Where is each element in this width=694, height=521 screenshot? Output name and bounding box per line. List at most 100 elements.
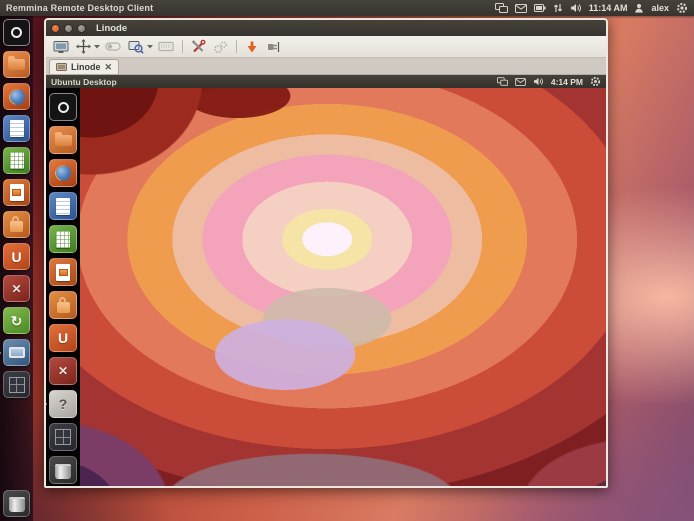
question-mark-icon: ?	[59, 397, 68, 411]
focused-indicator	[46, 400, 47, 408]
launcher-item-home-folder[interactable]	[3, 51, 30, 78]
folder-icon	[8, 59, 25, 70]
remote-launcher-item-ubuntu-one[interactable]: U	[49, 324, 77, 352]
launcher-item-software-center[interactable]	[3, 211, 30, 238]
launcher-item-libreoffice-writer[interactable]	[3, 115, 30, 142]
remote-launcher-item-home-folder[interactable]	[49, 126, 77, 154]
ubuntu-one-icon: U	[58, 331, 68, 345]
remote-launcher-item-libreoffice-calc[interactable]	[49, 225, 77, 253]
unity-launcher: U ✕ ↻	[0, 16, 33, 521]
remmina-monitor-icon	[9, 347, 25, 358]
shopping-bag-icon	[57, 302, 70, 313]
gears-button[interactable]	[211, 39, 230, 55]
tools-cross-icon: ✕	[11, 283, 21, 295]
remote-indicator-area: 4:14 PM	[497, 76, 601, 87]
active-app-title: Remmina Remote Desktop Client	[6, 3, 153, 13]
session-gear-icon[interactable]	[676, 2, 688, 14]
remote-unity-launcher: U ✕ ?	[46, 88, 80, 486]
toolbar-separator	[182, 40, 183, 53]
launcher-item-ubuntu-one[interactable]: U	[3, 243, 30, 270]
remote-launcher-item-trash[interactable]	[49, 456, 77, 484]
grab-keyboard-button[interactable]	[156, 40, 176, 53]
remote-top-panel: Ubuntu Desktop 4:14 PM	[46, 75, 606, 88]
launcher-item-remmina[interactable]	[3, 339, 30, 366]
tab-close-icon[interactable]: ✕	[105, 62, 113, 73]
workspace-grid-icon	[9, 377, 25, 393]
remote-panel-title: Ubuntu Desktop	[51, 77, 117, 87]
session-gear-icon[interactable]	[590, 76, 601, 87]
writer-document-icon	[10, 120, 24, 137]
running-indicator	[0, 349, 1, 357]
writer-document-icon	[56, 198, 70, 215]
impress-presentation-icon	[10, 184, 24, 201]
launcher-item-libreoffice-calc[interactable]	[3, 147, 30, 174]
down-arrow-button[interactable]	[243, 39, 261, 55]
remote-desktop-indicator-icon[interactable]	[495, 3, 508, 13]
host-indicator-area: 11:14 AM alex	[495, 2, 688, 14]
tab-monitor-icon	[56, 63, 67, 72]
username[interactable]: alex	[651, 3, 669, 13]
remote-launcher-item-software-center[interactable]	[49, 291, 77, 319]
calc-spreadsheet-icon	[10, 152, 24, 169]
impress-presentation-icon	[56, 264, 70, 281]
launcher-item-workspace-switcher[interactable]	[3, 371, 30, 398]
toolbar-separator	[236, 40, 237, 53]
remote-launcher-item-system-settings[interactable]: ✕	[49, 357, 77, 385]
minimize-button[interactable]	[64, 24, 73, 33]
trash-can-icon	[9, 497, 25, 512]
host-top-panel: Remmina Remote Desktop Client 11:14 AM a…	[0, 0, 694, 16]
launcher-item-libreoffice-impress[interactable]	[3, 179, 30, 206]
remmina-window: Linode	[44, 18, 608, 488]
remote-launcher-item-libreoffice-impress[interactable]	[49, 258, 77, 286]
ubuntu-logo-icon	[11, 27, 22, 38]
volume-indicator-icon[interactable]	[533, 77, 544, 86]
trash-can-icon	[55, 464, 71, 479]
fit-window-button[interactable]	[74, 38, 93, 55]
firefox-icon	[9, 89, 25, 105]
remote-launcher-item-workspace-switcher[interactable]	[49, 423, 77, 451]
host-clock[interactable]: 11:14 AM	[589, 3, 628, 13]
user-icon	[634, 3, 644, 13]
remote-launcher-item-help[interactable]: ?	[49, 390, 77, 418]
ubuntu-one-icon: U	[11, 250, 21, 264]
launcher-item-update-manager[interactable]: ↻	[3, 307, 30, 334]
launcher-item-system-settings[interactable]: ✕	[3, 275, 30, 302]
messaging-menu-icon[interactable]	[515, 4, 527, 13]
tab-linode[interactable]: Linode ✕	[49, 59, 119, 74]
launcher-item-dash-home[interactable]	[3, 19, 30, 46]
workspace-grid-icon	[55, 429, 71, 445]
firefox-icon	[55, 165, 71, 181]
scaled-mode-caret[interactable]	[147, 45, 153, 49]
remote-launcher-item-firefox[interactable]	[49, 159, 77, 187]
remote-wallpaper[interactable]	[80, 88, 606, 486]
launcher-item-firefox[interactable]	[3, 83, 30, 110]
ubuntu-logo-icon	[58, 102, 69, 113]
ubuntu-desktop: Remmina Remote Desktop Client 11:14 AM a…	[0, 0, 694, 521]
messaging-menu-icon[interactable]	[515, 78, 526, 86]
scaled-mode-button[interactable]	[126, 38, 146, 55]
calc-spreadsheet-icon	[56, 231, 70, 248]
remote-clock[interactable]: 4:14 PM	[551, 77, 583, 87]
tab-bar: Linode ✕	[46, 58, 606, 75]
tab-label: Linode	[71, 62, 101, 72]
switch-mode-button[interactable]	[103, 39, 123, 54]
network-transfer-icon[interactable]	[553, 3, 563, 13]
tools-cross-icon: ✕	[58, 365, 68, 377]
remote-launcher-item-libreoffice-writer[interactable]	[49, 192, 77, 220]
disconnect-plug-button[interactable]	[264, 40, 283, 54]
folder-icon	[55, 135, 72, 146]
volume-indicator-icon[interactable]	[570, 3, 582, 13]
window-titlebar[interactable]: Linode	[46, 20, 606, 36]
launcher-item-trash[interactable]	[3, 490, 30, 517]
battery-indicator-icon[interactable]	[534, 4, 546, 12]
fullscreen-button[interactable]	[51, 39, 71, 55]
remote-session-view[interactable]: Ubuntu Desktop 4:14 PM	[46, 75, 606, 486]
remote-desktop-indicator-icon[interactable]	[497, 77, 508, 86]
tools-button[interactable]	[189, 38, 208, 55]
close-button[interactable]	[51, 24, 60, 33]
update-arrows-icon: ↻	[11, 314, 23, 328]
maximize-button[interactable]	[77, 24, 86, 33]
remote-launcher-item-dash-home[interactable]	[49, 93, 77, 121]
fit-window-caret[interactable]	[94, 45, 100, 49]
window-title: Linode	[96, 23, 127, 34]
